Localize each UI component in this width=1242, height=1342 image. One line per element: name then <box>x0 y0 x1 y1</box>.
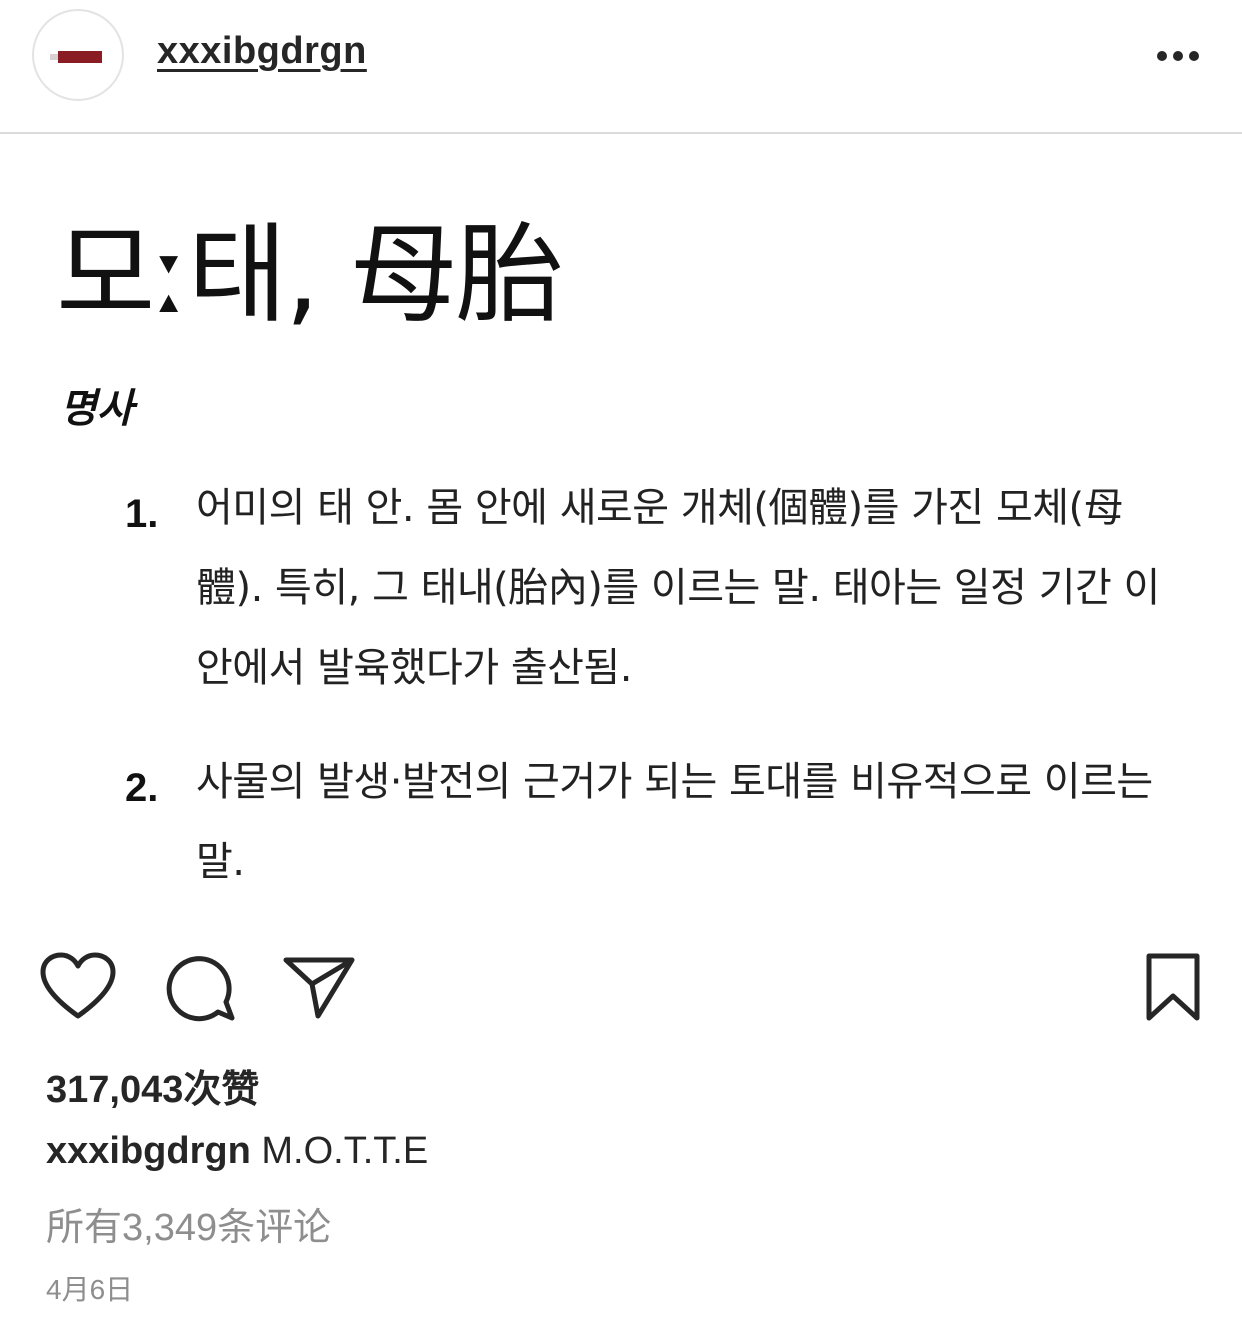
paper-plane-icon <box>283 957 355 1019</box>
definition-number: 2. <box>125 766 159 810</box>
avatar[interactable] <box>32 9 124 101</box>
caption: xxxibgdrgn M.O.T.T.E <box>46 1130 428 1173</box>
share-button[interactable] <box>280 950 360 1026</box>
avatar-logo-icon <box>50 51 102 63</box>
view-all-comments-link[interactable]: 所有3,349条评论 <box>46 1196 331 1251</box>
post-image[interactable]: 모ː태, 母胎 명사 1. 어미의 태 안. 몸 안에 새로운 개체(個體)를 … <box>0 134 1242 924</box>
bookmark-icon <box>1146 953 1200 1021</box>
more-options-button[interactable] <box>1150 38 1206 74</box>
like-count[interactable]: 317,043次赞 <box>46 1058 259 1113</box>
comment-button[interactable] <box>160 950 240 1026</box>
definition-text: 어미의 태 안. 몸 안에 새로운 개체(個體)를 가진 모체(母體). 특히,… <box>196 485 1160 691</box>
header-username[interactable]: xxxibgdrgn <box>157 30 367 73</box>
comment-icon <box>166 956 235 1022</box>
heart-icon <box>40 952 116 1019</box>
more-horizontal-icon <box>1157 51 1199 61</box>
part-of-speech-label: 명사 <box>60 386 134 432</box>
definition-number: 1. <box>125 492 159 536</box>
caption-username[interactable]: xxxibgdrgn <box>46 1130 251 1172</box>
definition-text: 사물의 발생·발전의 근거가 되는 토대를 비유적으로 이르는 말. <box>196 759 1153 885</box>
post-header: xxxibgdrgn <box>0 0 1242 134</box>
save-button[interactable] <box>1140 950 1206 1026</box>
post-date: 4月6日 <box>46 1274 134 1305</box>
like-button[interactable] <box>38 950 118 1026</box>
dictionary-headword: 모ː태, 母胎 <box>56 213 564 338</box>
caption-text: M.O.T.T.E <box>261 1130 429 1172</box>
